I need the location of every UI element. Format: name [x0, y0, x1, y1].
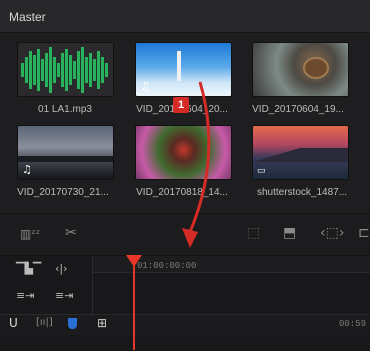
- clip-label: VID_20170604_19...: [252, 104, 344, 115]
- image-icon: ▭: [257, 166, 266, 176]
- marker-icon[interactable]: ⊞: [97, 316, 107, 330]
- panel-title: Master: [9, 10, 46, 24]
- clip-label: VID_20170818_14...: [136, 187, 228, 198]
- flag-icon[interactable]: [68, 318, 77, 329]
- clip-image[interactable]: ▭ shutterstock_1487...: [252, 125, 368, 211]
- clip-label: VID_20170730_21...: [17, 187, 109, 198]
- clip-thumbnail: [17, 42, 114, 97]
- clip-video[interactable]: VID_20170604_19...: [252, 42, 368, 128]
- replace-icon[interactable]: ‹⬚›: [320, 225, 344, 241]
- insert-icon[interactable]: ⬚: [247, 225, 260, 241]
- clip-label: 01 LA1.mp3: [38, 104, 92, 115]
- step-badge: 1: [173, 97, 189, 113]
- media-pool: 01 LA1.mp3 ♫ VID_20170604_20... VID_2017…: [0, 33, 370, 213]
- clip-label: shutterstock_1487...: [256, 187, 348, 198]
- music-note-icon: ♫: [140, 80, 150, 93]
- playhead[interactable]: [133, 262, 135, 350]
- clip-thumbnail: [135, 125, 232, 180]
- panel-header: Master: [0, 0, 370, 33]
- clip-thumbnail: [252, 42, 349, 97]
- clip-video[interactable]: VID_20170818_14...: [135, 125, 251, 211]
- clip-video[interactable]: ♫ VID_20170604_20...: [135, 42, 251, 128]
- timeline: ▔▙▔ ‹|› ≡⇥ ≡⇥ 01:00:00:00 Ս [ıı|] ⊞ 00:5…: [0, 255, 370, 351]
- clip-audio[interactable]: 01 LA1.mp3: [17, 42, 133, 128]
- edit-toolbar: ▥ᶻᶻ ✂ ⬚ ⬒ ‹⬚› ⊏: [0, 213, 370, 256]
- clip-video[interactable]: ♫ VID_20170730_21...: [17, 125, 133, 211]
- dynamic-trim-icon[interactable]: ‹|›: [55, 262, 68, 275]
- razor-icon[interactable]: ✂: [65, 225, 77, 241]
- clip-thumbnail: ▭: [252, 125, 349, 180]
- audio-waveform-icon: [21, 47, 108, 93]
- timecode-start: 01:00:00:00: [137, 261, 197, 271]
- clip-thumbnail: ♫: [135, 42, 232, 97]
- track-insert-icon[interactable]: ≡⇥: [16, 289, 34, 302]
- trim-mode-icon[interactable]: ▔▙▔: [16, 262, 41, 275]
- music-note-icon: ♫: [22, 163, 32, 176]
- overwrite-icon[interactable]: ⬒: [283, 225, 296, 241]
- track-overwrite-icon[interactable]: ≡⇥: [55, 289, 73, 302]
- waveform-icon[interactable]: [ıı|]: [36, 317, 53, 328]
- clip-thumbnail: ♫: [17, 125, 114, 180]
- scrub-ruler[interactable]: 00:59: [128, 314, 370, 334]
- magnet-icon[interactable]: Ս: [9, 316, 18, 330]
- audio-sync-icon[interactable]: ▥ᶻᶻ: [20, 227, 40, 241]
- append-icon[interactable]: ⊏: [358, 225, 370, 241]
- track-controls: ▔▙▔ ‹|› ≡⇥ ≡⇥: [0, 256, 93, 314]
- timecode-end: 00:59: [338, 319, 366, 329]
